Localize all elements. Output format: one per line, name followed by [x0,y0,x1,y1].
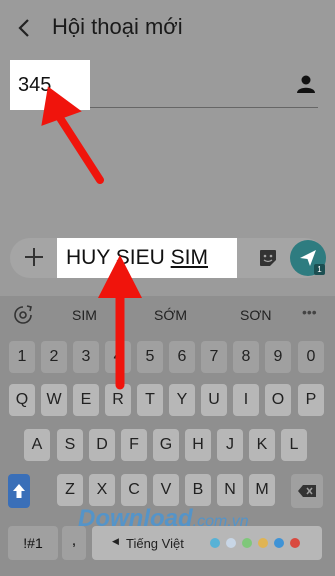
annotation-arrows [41,86,142,390]
arrow-to-message [98,255,142,390]
arrow-to-recipient [41,86,104,184]
